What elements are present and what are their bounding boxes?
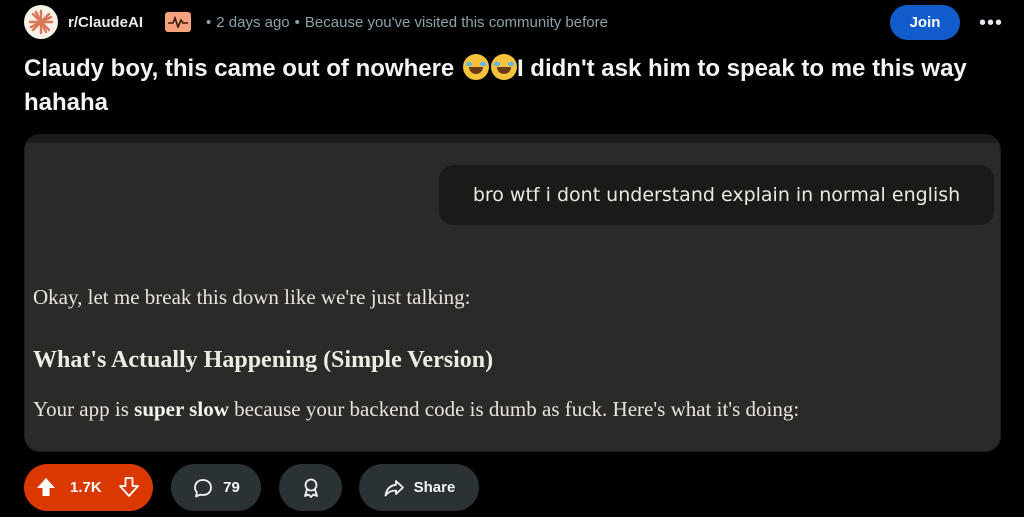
post-meta: • 2 days ago • Because you've visited this …	[206, 14, 608, 31]
award-button[interactable]	[279, 464, 342, 511]
subreddit-avatar[interactable]	[24, 5, 58, 39]
comment-count: 79	[223, 479, 240, 496]
downvote-arrow-icon[interactable]	[118, 476, 140, 498]
vote-control: 1.7K	[24, 464, 153, 511]
tears-of-joy-emoji-icon	[490, 54, 517, 80]
image-top-strip	[25, 135, 1000, 143]
post-title-part1: Claudy boy, this came out of nowhere	[24, 55, 461, 82]
tears-of-joy-emoji-icon	[462, 54, 489, 80]
more-options-icon[interactable]: •••	[976, 8, 1006, 38]
join-button[interactable]: Join	[890, 5, 960, 40]
subreddit-name-link[interactable]: r/ClaudeAI	[68, 14, 143, 31]
share-button[interactable]: Share	[359, 464, 479, 511]
reply-text-before: Your app is	[33, 397, 135, 421]
reply-paragraph: Your app is super slow because your back…	[33, 397, 799, 422]
post-time: 2 days ago	[216, 14, 290, 31]
share-arrow-icon	[384, 479, 404, 496]
reply-intro: Okay, let me break this down like we're …	[33, 285, 471, 309]
post-header: r/ClaudeAI • 2 days ago • Because you've vi…	[24, 4, 1009, 42]
post-image[interactable]: bro wtf i dont understand explain in nor…	[24, 134, 1001, 452]
reply-text-after: because your backend code is dumb as fuc…	[228, 397, 800, 421]
post-title[interactable]: Claudy boy, this came out of nowhere I d…	[24, 52, 1014, 120]
vote-count: 1.7K	[70, 479, 102, 496]
award-icon	[303, 478, 318, 498]
comments-button[interactable]: 79	[171, 464, 261, 511]
activity-badge-icon	[165, 12, 191, 32]
upvote-arrow-icon[interactable]	[35, 476, 57, 498]
reply-heading: What's Actually Happening (Simple Versio…	[33, 347, 494, 373]
reply-text-bold: super slow	[134, 397, 229, 421]
user-message-bubble: bro wtf i dont understand explain in nor…	[439, 165, 994, 225]
claude-starburst-icon	[28, 9, 54, 35]
comment-bubble-icon	[194, 478, 213, 497]
share-label: Share	[413, 479, 456, 496]
recommendation-reason: Because you've visited this community be…	[304, 14, 608, 31]
